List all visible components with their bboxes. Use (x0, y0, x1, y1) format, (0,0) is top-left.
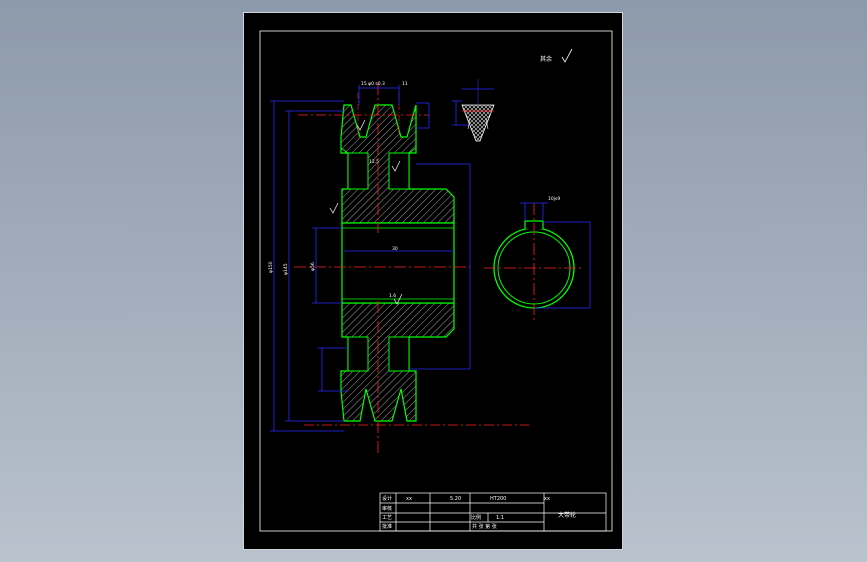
upper-web-void-left (347, 152, 369, 190)
tb-designed-label: 设计 (382, 495, 392, 502)
dim-groove-width: 11 (402, 81, 408, 87)
lower-web-void-left (347, 336, 369, 372)
drawing-sheet: 15 φ0 s0.3 11 30 φ150 φ145 φ56 12.5 1.6 (243, 12, 623, 550)
dim-outer-dia: φ150 (268, 261, 274, 273)
dim-bore: 30 (392, 246, 398, 252)
upper-web-void-right (388, 152, 410, 190)
cad-drawing: 15 φ0 s0.3 11 30 φ150 φ145 φ56 12.5 1.6 (259, 30, 613, 532)
tb-scale: 1:1 (496, 515, 504, 521)
roughness-top: 12.5 (369, 159, 379, 165)
dim-groove-top: 15 φ0 s0.3 (361, 81, 385, 87)
side-view: 10js9 (484, 196, 591, 323)
roughness-mark-note (561, 48, 573, 63)
title-block-text: 设计 xx 5.20 HT200 xx 审核 工艺 批准 比例 1:1 大带轮 … (382, 495, 576, 530)
tb-approved-label: 批准 (382, 523, 392, 530)
tb-checked-label: 审核 (382, 505, 392, 512)
tb-sheet-info: 共 张 第 张 (472, 523, 497, 530)
tb-material: HT200 (490, 496, 506, 502)
tb-scale-label: 比例 (471, 514, 481, 521)
bore (341, 222, 455, 304)
tb-date: 5.20 (450, 496, 461, 502)
surface-note: 其余 (540, 55, 552, 63)
tb-designed-by: xx (406, 496, 412, 502)
tb-drawing-code: xx (544, 496, 550, 502)
dim-keyway: 10js9 (548, 196, 560, 202)
dim-pitch-dia: φ145 (283, 263, 289, 275)
groove-detail-view (452, 79, 495, 142)
lower-web-void-right (388, 336, 410, 372)
roughness-bore: 1.6 (389, 293, 396, 299)
tb-part-name: 大带轮 (558, 511, 576, 519)
tb-process-label: 工艺 (382, 515, 392, 521)
dim-hub-dia: φ56 (310, 262, 316, 271)
